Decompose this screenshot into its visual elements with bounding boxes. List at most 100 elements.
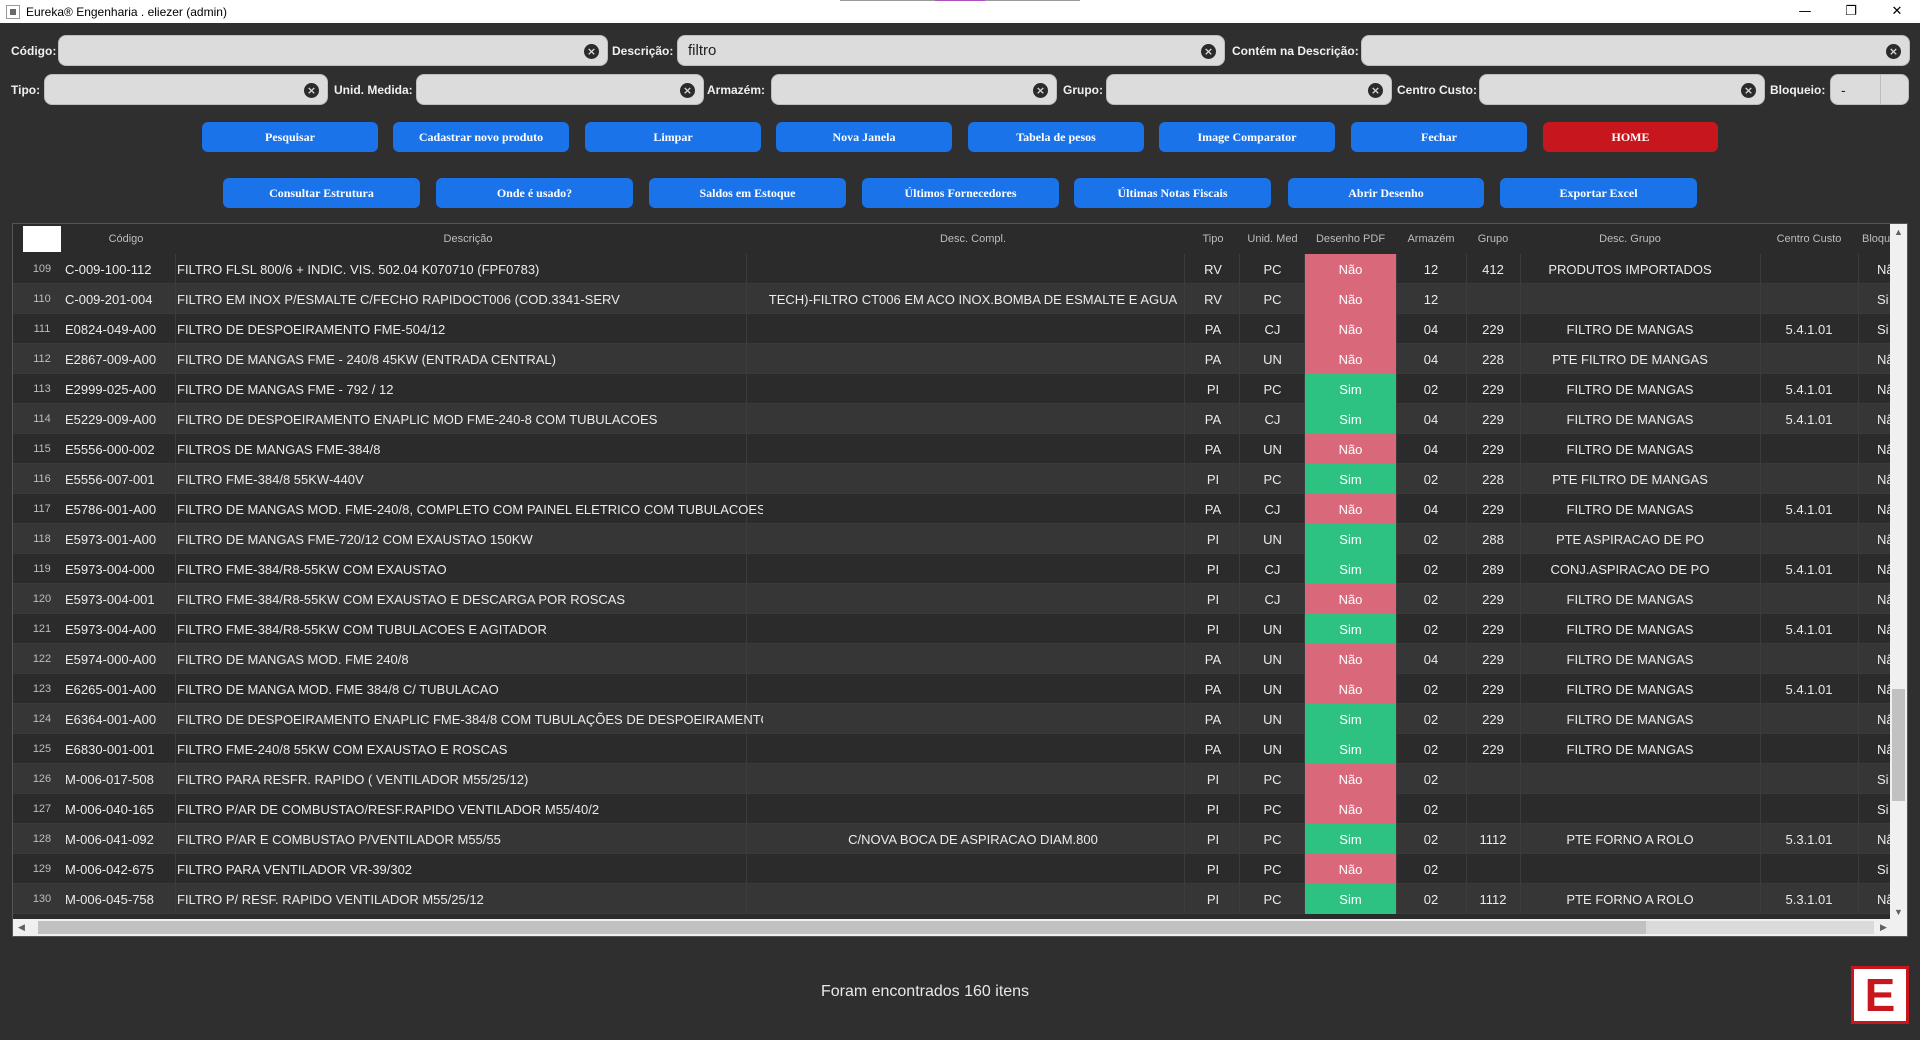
pesquisar-button[interactable]: Pesquisar — [202, 122, 378, 152]
vertical-scrollbar[interactable]: ▲ ▼ — [1890, 224, 1907, 921]
table-row[interactable]: 118 E5973-001-A00 FILTRO DE MANGAS FME-720… — [13, 524, 1907, 554]
codigo-input[interactable]: × — [58, 35, 608, 66]
abrir-desenho-button[interactable]: Abrir Desenho — [1288, 178, 1484, 208]
clear-icon[interactable]: × — [1886, 44, 1901, 59]
cell-descricao: FILTRO EM INOX P/ESMALTE C/FECHO RAPIDOC… — [177, 291, 620, 307]
minimize-button[interactable]: — — [1782, 0, 1828, 23]
maximize-button[interactable]: ❐ — [1828, 0, 1874, 23]
cell-desenho-pdf[interactable]: Não — [1305, 284, 1396, 314]
cell-desenho-pdf[interactable]: Sim — [1305, 524, 1396, 554]
limpar-button[interactable]: Limpar — [585, 122, 761, 152]
clear-icon[interactable]: × — [1033, 83, 1048, 98]
cell-desenho-pdf[interactable]: Não — [1305, 314, 1396, 344]
cadastrar-button[interactable]: Cadastrar novo produto — [393, 122, 569, 152]
clear-icon[interactable]: × — [680, 83, 695, 98]
table-row[interactable]: 127 M-006-040-165 FILTRO P/AR DE COMBUSTAO… — [13, 794, 1907, 824]
saldos-estoque-button[interactable]: Saldos em Estoque — [649, 178, 846, 208]
results-table[interactable]: Código Descrição Desc. Compl. Tipo Unid.… — [12, 223, 1908, 937]
image-comparator-button[interactable]: Image Comparator — [1159, 122, 1335, 152]
cell-desenho-pdf[interactable]: Não — [1305, 584, 1396, 614]
unid-input[interactable]: × — [416, 74, 704, 105]
horizontal-scroll-track[interactable] — [1646, 921, 1874, 934]
cell-desenho-pdf[interactable]: Sim — [1305, 614, 1396, 644]
clear-icon[interactable]: × — [1741, 83, 1756, 98]
select-all-corner[interactable] — [23, 226, 61, 252]
cell-desenho-pdf[interactable]: Sim — [1305, 374, 1396, 404]
table-row[interactable]: 130 M-006-045-758 FILTRO P/ RESF. RAPIDO V… — [13, 884, 1907, 914]
clear-icon[interactable]: × — [304, 83, 319, 98]
col-desenho-pdf[interactable]: Desenho PDF — [1305, 224, 1396, 254]
bloqueio-select[interactable]: - — [1830, 74, 1909, 105]
table-row[interactable]: 129 M-006-042-675 FILTRO PARA VENTILADOR V… — [13, 854, 1907, 884]
cell-desenho-pdf[interactable]: Não — [1305, 674, 1396, 704]
table-row[interactable]: 111 E0824-049-A00 FILTRO DE DESPOEIRAMENTO… — [13, 314, 1907, 344]
cell-desenho-pdf[interactable]: Não — [1305, 254, 1396, 284]
horizontal-scroll-thumb[interactable] — [38, 921, 1646, 934]
table-row[interactable]: 115 E5556-000-002 FILTROS DE MANGAS FME-38… — [13, 434, 1907, 464]
scroll-left-icon[interactable]: ◀ — [13, 919, 30, 936]
table-row[interactable]: 121 E5973-004-A00 FILTRO FME-384/R8-55KW C… — [13, 614, 1907, 644]
col-desc-compl[interactable]: Desc. Compl. — [748, 224, 1198, 254]
fechar-button[interactable]: Fechar — [1351, 122, 1527, 152]
scroll-up-icon[interactable]: ▲ — [1890, 224, 1907, 241]
cell-desenho-pdf[interactable]: Sim — [1305, 464, 1396, 494]
cell-desenho-pdf[interactable]: Sim — [1305, 554, 1396, 584]
col-armazem[interactable]: Armazém — [1396, 224, 1466, 254]
horizontal-scrollbar[interactable]: ◀ ▶ — [13, 919, 1892, 936]
armazem-input[interactable]: × — [771, 74, 1057, 105]
table-row[interactable]: 126 M-006-017-508 FILTRO PARA RESFR. RAPID… — [13, 764, 1907, 794]
cell-desenho-pdf[interactable]: Não — [1305, 434, 1396, 464]
clear-icon[interactable]: × — [1368, 83, 1383, 98]
table-row[interactable]: 116 E5556-007-001 FILTRO FME-384/8 55KW-44… — [13, 464, 1907, 494]
table-row[interactable]: 109 C-009-100-112 FILTRO FLSL 800/6 + INDI… — [13, 254, 1907, 284]
ultimos-fornecedores-button[interactable]: Últimos Fornecedores — [862, 178, 1059, 208]
nova-janela-button[interactable]: Nova Janela — [776, 122, 952, 152]
col-grupo[interactable]: Grupo — [1466, 224, 1520, 254]
cell-desenho-pdf[interactable]: Não — [1305, 494, 1396, 524]
vertical-scroll-thumb[interactable] — [1892, 689, 1905, 801]
close-window-button[interactable]: ✕ — [1874, 0, 1920, 23]
home-button[interactable]: HOME — [1543, 122, 1718, 152]
grupo-input[interactable]: × — [1106, 74, 1392, 105]
table-row[interactable]: 128 M-006-041-092 FILTRO P/AR E COMBUSTAO … — [13, 824, 1907, 854]
descricao-input[interactable]: filtro × — [677, 35, 1225, 66]
col-unid-med[interactable]: Unid. Med — [1240, 224, 1305, 254]
cell-desenho-pdf[interactable]: Sim — [1305, 734, 1396, 764]
clear-icon[interactable]: × — [1201, 44, 1216, 59]
cell-desenho-pdf[interactable]: Sim — [1305, 404, 1396, 434]
bloqueio-spin-button[interactable] — [1880, 75, 1908, 104]
col-tipo[interactable]: Tipo — [1186, 224, 1240, 254]
table-row[interactable]: 119 E5973-004-000 FILTRO FME-384/R8-55KW C… — [13, 554, 1907, 584]
exportar-excel-button[interactable]: Exportar Excel — [1500, 178, 1697, 208]
tabela-pesos-button[interactable]: Tabela de pesos — [968, 122, 1144, 152]
clear-icon[interactable]: × — [584, 44, 599, 59]
table-row[interactable]: 120 E5973-004-001 FILTRO FME-384/R8-55KW C… — [13, 584, 1907, 614]
table-row[interactable]: 117 E5786-001-A00 FILTRO DE MANGAS MOD. FM… — [13, 494, 1907, 524]
onde-usado-button[interactable]: Onde é usado? — [436, 178, 633, 208]
tipo-input[interactable]: × — [44, 74, 328, 105]
cell-desenho-pdf[interactable]: Não — [1305, 644, 1396, 674]
cell-desenho-pdf[interactable]: Não — [1305, 854, 1396, 884]
col-desc-grupo[interactable]: Desc. Grupo — [1520, 224, 1740, 254]
cell-desenho-pdf[interactable]: Não — [1305, 344, 1396, 374]
table-row[interactable]: 125 E6830-001-001 FILTRO FME-240/8 55KW CO… — [13, 734, 1907, 764]
table-row[interactable]: 124 E6364-001-A00 FILTRO DE DESPOEIRAMENTO… — [13, 704, 1907, 734]
col-centro-custo[interactable]: Centro Custo — [1760, 224, 1858, 254]
table-row[interactable]: 114 E5229-009-A00 FILTRO DE DESPOEIRAMENTO… — [13, 404, 1907, 434]
ultimas-notas-button[interactable]: Últimas Notas Fiscais — [1074, 178, 1271, 208]
centro-input[interactable]: × — [1479, 74, 1765, 105]
table-row[interactable]: 110 C-009-201-004 FILTRO EM INOX P/ESMALTE… — [13, 284, 1907, 314]
table-row[interactable]: 113 E2999-025-A00 FILTRO DE MANGAS FME - 7… — [13, 374, 1907, 404]
cell-desenho-pdf[interactable]: Não — [1305, 794, 1396, 824]
table-row[interactable]: 122 E5974-000-A00 FILTRO DE MANGAS MOD. FM… — [13, 644, 1907, 674]
cell-desenho-pdf[interactable]: Não — [1305, 764, 1396, 794]
cell-desenho-pdf[interactable]: Sim — [1305, 824, 1396, 854]
col-descricao[interactable]: Descrição — [175, 224, 761, 254]
table-row[interactable]: 112 E2867-009-A00 FILTRO DE MANGAS FME - 2… — [13, 344, 1907, 374]
consultar-estrutura-button[interactable]: Consultar Estrutura — [223, 178, 420, 208]
contem-input[interactable]: × — [1361, 35, 1910, 66]
cell-desenho-pdf[interactable]: Sim — [1305, 704, 1396, 734]
cell-desenho-pdf[interactable]: Sim — [1305, 884, 1396, 914]
table-row[interactable]: 123 E6265-001-A00 FILTRO DE MANGA MOD. FME… — [13, 674, 1907, 704]
col-codigo[interactable]: Código — [61, 224, 191, 254]
